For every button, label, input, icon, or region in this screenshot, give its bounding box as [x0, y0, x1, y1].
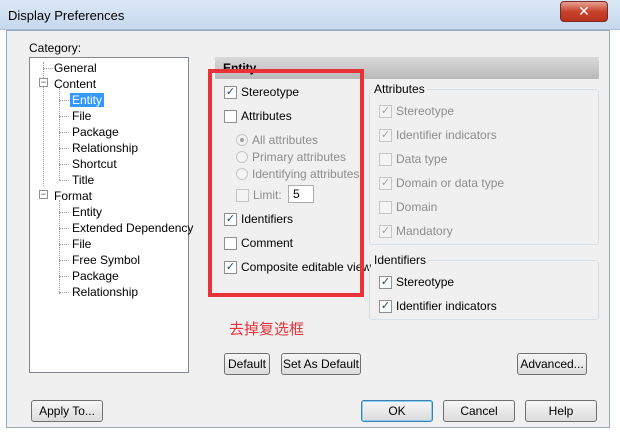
apply-to-button[interactable]: Apply To... [31, 400, 103, 422]
close-icon: ✕ [578, 3, 590, 19]
tree-line [59, 88, 60, 180]
minus-expander-icon[interactable]: − [39, 190, 48, 199]
check-icon: ✓ [379, 128, 392, 142]
tree-line [59, 116, 69, 117]
check-icon: ✓ [379, 224, 392, 238]
category-tree[interactable]: General − Content Entity File Package Re… [29, 57, 193, 373]
checkbox-label: Domain or data type [396, 176, 505, 190]
checkbox-label: Data type [396, 152, 448, 166]
tree-item-content-title[interactable]: Title [72, 173, 94, 187]
tree-item-content[interactable]: Content [54, 77, 96, 91]
attr-stereotype-checkbox[interactable]: ✓ Stereotype [379, 104, 454, 118]
tree-item-label: Relationship [72, 141, 139, 155]
window-title: Display Preferences [8, 8, 125, 23]
ident-stereotype-checkbox[interactable]: ✓ Stereotype [379, 275, 454, 289]
tree-line [59, 276, 69, 277]
tree-item-format-entity[interactable]: Entity [72, 205, 102, 219]
tree-item-label: Package [72, 125, 119, 139]
checkbox-label: Domain [396, 200, 438, 214]
checkbox-label: Mandatory [396, 224, 453, 238]
tree-line [59, 260, 69, 261]
tree-item-label: File [72, 109, 92, 123]
tree-line [59, 292, 69, 293]
default-button[interactable]: Default [224, 353, 270, 375]
tree-item-content-shortcut[interactable]: Shortcut [72, 157, 117, 171]
minus-expander-icon[interactable]: − [39, 78, 48, 87]
attr-identifier-indicators-checkbox[interactable]: ✓ Identifier indicators [379, 128, 497, 142]
tree-item-label: Entity [70, 93, 105, 107]
tree-line [59, 212, 69, 213]
tree-item-content-entity[interactable]: Entity [70, 93, 105, 107]
checkbox-label: Stereotype [396, 275, 455, 289]
attr-mandatory-checkbox[interactable]: ✓ Mandatory [379, 224, 453, 238]
tree-line [59, 100, 69, 101]
tree-item-content-package[interactable]: Package [72, 125, 119, 139]
tree-item-label: File [72, 237, 92, 251]
attributes-group-title: Attributes [372, 82, 427, 96]
checkbox-label: Identifier indicators [396, 299, 497, 313]
tree-item-label: Content [54, 77, 97, 91]
check-icon: ✓ [379, 275, 392, 289]
tree-item-label: Format [54, 189, 93, 203]
tree-item-label: Package [72, 269, 119, 283]
checkbox-label: Stereotype [396, 104, 455, 118]
cancel-button[interactable]: Cancel [443, 400, 515, 422]
dialog-client: Category: General − Content Entity File [6, 30, 610, 428]
set-as-default-button[interactable]: Set As Default [281, 353, 361, 375]
tree-line [59, 148, 69, 149]
tree-item-format-file[interactable]: File [72, 237, 91, 251]
tree-line [59, 244, 69, 245]
category-label: Category: [29, 41, 82, 55]
tree-line [43, 68, 53, 69]
empty-checkbox-icon [379, 152, 392, 166]
tree-item-label: Relationship [72, 285, 139, 299]
check-icon: ✓ [379, 104, 392, 118]
check-icon: ✓ [379, 176, 392, 190]
tree-item-format[interactable]: Format [54, 189, 92, 203]
help-button[interactable]: Help [525, 400, 597, 422]
tree-line [59, 228, 69, 229]
tree-item-format-package[interactable]: Package [72, 269, 119, 283]
tree-line [59, 200, 60, 294]
annotation-note: 去掉复选框 [229, 321, 305, 338]
attr-domain-checkbox[interactable]: Domain [379, 200, 437, 214]
tree-line [59, 164, 69, 165]
tree-line [59, 180, 69, 181]
tree-item-label: Entity [72, 205, 103, 219]
empty-checkbox-icon [379, 200, 392, 214]
tree-item-label: Extended Dependency [72, 221, 194, 235]
tree-item-label: Shortcut [72, 157, 117, 171]
identifiers-group-title: Identifiers [372, 253, 429, 267]
tree-item-content-relationship[interactable]: Relationship [72, 141, 138, 155]
ident-identifier-indicators-checkbox[interactable]: ✓ Identifier indicators [379, 299, 497, 313]
tree-line [59, 132, 69, 133]
attr-data-type-checkbox[interactable]: Data type [379, 152, 447, 166]
annotation-highlight-box [208, 69, 364, 297]
checkbox-label: Identifier indicators [396, 128, 497, 142]
tree-item-format-relationship[interactable]: Relationship [72, 285, 138, 299]
tree-item-label: Free Symbol [72, 253, 141, 267]
advanced-button[interactable]: Advanced... [517, 353, 587, 375]
tree-item-label: Title [72, 173, 95, 187]
title-bar: Display Preferences ✕ [0, 0, 620, 30]
ok-button[interactable]: OK [361, 400, 433, 422]
tree-item-format-extended-dependency[interactable]: Extended Dependency [72, 221, 193, 235]
close-button[interactable]: ✕ [560, 1, 608, 22]
tree-item-format-free-symbol[interactable]: Free Symbol [72, 253, 140, 267]
tree-item-content-file[interactable]: File [72, 109, 91, 123]
tree-item-general[interactable]: General [54, 61, 97, 75]
tree-item-label: General [54, 61, 97, 75]
attr-domain-or-data-type-checkbox[interactable]: ✓ Domain or data type [379, 176, 504, 190]
check-icon: ✓ [379, 299, 392, 313]
